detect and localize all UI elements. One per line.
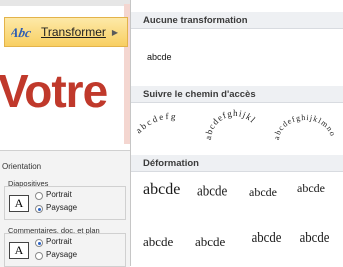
orientation-title: Orientation [2,162,42,171]
notes-orientation-group: A Portrait Paysage [4,233,126,267]
no-transform-header: Aucune transformation [131,12,343,29]
slides-portrait-label[interactable]: Portrait [46,190,72,199]
warp-option-stop[interactable]: abcde [197,182,227,200]
notes-portrait-radio[interactable] [35,239,43,247]
transform-gallery: Aucune transformation abcde Suivre le ch… [130,0,343,266]
orientation-panel: Orientation Diapositives A Portrait Pays… [0,150,130,267]
transformer-button[interactable]: Abc Transformer ▶ [4,17,128,47]
transformer-label: Transformer [41,25,106,39]
notes-landscape-label[interactable]: Paysage [46,250,77,259]
wordart-abc-icon: Abc [11,21,37,43]
warp-option-plain[interactable]: abcde [143,181,180,199]
warp-option-wave[interactable]: abcde [195,234,225,250]
slides-landscape-radio[interactable] [35,205,43,213]
slide-title-text[interactable]: Votre [0,64,108,118]
slides-orientation-group: A Portrait Paysage [4,186,126,220]
svg-text:Abc: Abc [11,25,33,40]
follow-path-options: abcdefg abcdefghijkl abcdefghijklmno [134,108,338,140]
notes-landscape-radio[interactable] [35,252,43,260]
follow-path-circle-option[interactable]: abcdefghijkl [203,108,258,140]
warp-option-inflate[interactable]: abcde [252,230,282,247]
warp-option-arch[interactable]: abcde [143,234,173,250]
follow-path-header: Suivre le chemin d'accès [131,86,343,103]
warp-option-triangle[interactable]: abcde [249,185,277,200]
warp-option-chevron[interactable]: abcde [297,181,325,196]
slides-portrait-radio[interactable] [35,192,43,200]
notes-portrait-label[interactable]: Portrait [46,237,72,246]
submenu-arrow-icon: ▶ [111,27,119,37]
page-orientation-icon: A [9,195,29,212]
no-transform-option[interactable]: abcde [147,52,172,62]
warp-option-deflate[interactable]: abcde [300,230,330,247]
follow-path-arch-option[interactable]: abcdefg [134,111,179,135]
slides-landscape-label[interactable]: Paysage [46,203,77,212]
warp-header: Déformation [131,155,343,172]
slide-top-band [0,0,130,6]
page-orientation-icon: A [9,242,29,259]
follow-path-button-option[interactable]: abcdefghijklmno [272,113,338,140]
